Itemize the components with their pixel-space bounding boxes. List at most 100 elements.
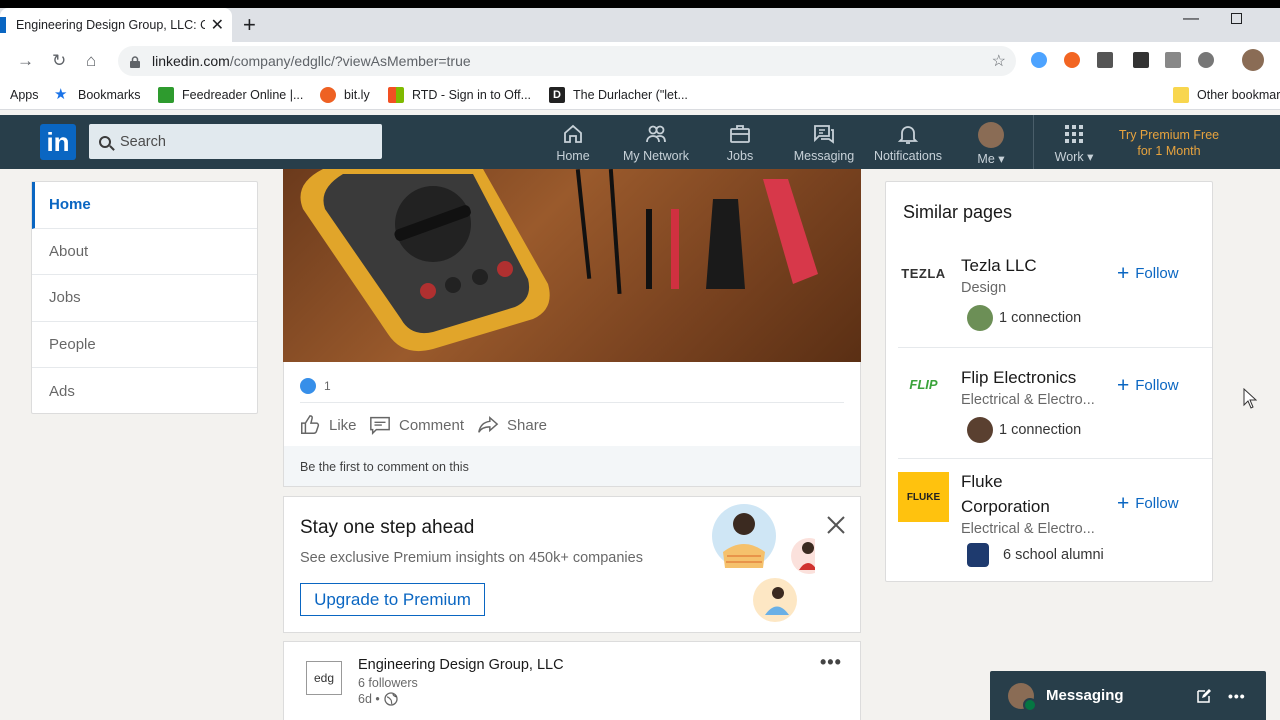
bell-icon [897, 126, 919, 144]
share-icon [478, 416, 499, 433]
follow-button[interactable]: + Follow [1117, 491, 1179, 515]
bookmark-bitly[interactable]: bit.ly [320, 80, 370, 110]
promo-subtitle: See exclusive Premium insights on 450k+ … [300, 550, 643, 566]
nav-divider [1033, 115, 1034, 169]
similar-page-connections[interactable]: 1 connection [967, 305, 1081, 331]
chevron-down-icon: ▾ [998, 152, 1005, 166]
extension-grey-icon[interactable] [1165, 52, 1181, 68]
follow-button[interactable]: + Follow [1117, 261, 1179, 285]
company-logo[interactable]: edg [306, 661, 342, 695]
left-nav-home[interactable]: Home [32, 182, 257, 229]
forward-icon[interactable]: → [17, 50, 34, 72]
linkedin-logo-icon[interactable]: in [40, 124, 76, 160]
nav-notifications[interactable]: Notifications [870, 122, 946, 166]
minimize-button[interactable]: — [1183, 10, 1199, 28]
bookmark-apps[interactable]: Apps [10, 80, 39, 110]
nav-me[interactable]: Me ▾ [970, 122, 1012, 166]
plus-icon: + [1117, 491, 1130, 515]
plus-icon: + [1117, 261, 1130, 285]
bookmark-feedreader[interactable]: Feedreader Online |... [158, 80, 303, 110]
profile-avatar[interactable] [1242, 49, 1264, 71]
post-timestamp: 6d • [358, 692, 398, 706]
nav-work[interactable]: Work ▾ [1048, 122, 1100, 166]
similar-page-category: Electrical & Electro... [961, 521, 1095, 537]
messaging-dock[interactable]: Messaging ••• [990, 671, 1266, 720]
people-icon [646, 125, 666, 143]
plus-icon: + [1117, 373, 1130, 397]
nav-messaging[interactable]: Messaging [792, 122, 856, 166]
similar-page-name[interactable]: Flip Electronics [961, 365, 1076, 390]
connection-avatar [967, 305, 993, 331]
share-button[interactable]: Share [477, 413, 547, 437]
bookmark-star-icon[interactable]: ☆ [992, 51, 1006, 71]
feedreader-icon [158, 87, 174, 103]
globe-icon [384, 692, 398, 706]
left-nav-ads[interactable]: Ads [32, 368, 257, 415]
first-comment-prompt: Be the first to comment on this [284, 446, 860, 486]
search-input[interactable]: Search [89, 124, 382, 159]
reload-icon[interactable]: ↻ [52, 50, 66, 72]
home-icon [564, 124, 582, 143]
bookmark-rtd[interactable]: RTD - Sign in to Off... [388, 80, 531, 110]
bookmark-bookmarks[interactable]: ★ Bookmarks [54, 80, 141, 110]
durlacher-icon: D [549, 87, 565, 103]
comment-button[interactable]: Comment [369, 413, 464, 437]
compose-icon[interactable] [1196, 688, 1212, 704]
messaging-avatar [1008, 682, 1037, 712]
similar-page-name[interactable]: Fluke Corporation [961, 469, 1081, 519]
similar-page-alumni[interactable]: 6 school alumni [967, 543, 1104, 567]
extension-orange-icon[interactable] [1064, 52, 1080, 68]
left-nav-about[interactable]: About [32, 229, 257, 276]
similar-page-category: Electrical & Electro... [961, 392, 1095, 408]
bookmark-durlacher[interactable]: D The Durlacher ("let... [549, 80, 688, 110]
search-placeholder: Search [120, 133, 166, 150]
nav-my-network[interactable]: My Network [620, 122, 692, 166]
reactions-summary[interactable]: 1 [300, 378, 331, 394]
address-bar[interactable]: linkedin.com/company/edgllc/?viewAsMembe… [118, 46, 1016, 76]
follow-button[interactable]: + Follow [1117, 373, 1179, 397]
like-button[interactable]: Like [299, 413, 357, 437]
similar-page-name[interactable]: Tezla LLC [961, 253, 1037, 278]
recycle-extension-icon[interactable] [1097, 52, 1113, 68]
similar-pages-title: Similar pages [903, 202, 1013, 222]
cloud-extension-icon[interactable] [1031, 52, 1047, 68]
company-followers: 6 followers [358, 676, 418, 690]
microsoft-icon [388, 87, 404, 103]
like-reaction-icon [300, 378, 316, 394]
company-name[interactable]: Engineering Design Group, LLC [358, 657, 564, 673]
url-host: linkedin.com [152, 53, 230, 69]
bitly-icon [320, 87, 336, 103]
promo-title: Stay one step ahead [300, 517, 475, 538]
new-tab-button[interactable]: + [243, 11, 256, 39]
messaging-label: Messaging [1046, 687, 1124, 704]
pen-extension-icon[interactable] [1133, 52, 1149, 68]
left-nav-jobs[interactable]: Jobs [32, 275, 257, 322]
screen-top-edge [0, 0, 1280, 8]
fluke-logo[interactable]: FLUKE [898, 472, 949, 522]
home-icon[interactable]: ⌂ [86, 50, 96, 72]
lock-icon [130, 55, 140, 68]
close-icon[interactable] [825, 514, 847, 536]
more-options-icon[interactable]: ••• [820, 652, 842, 673]
connection-avatar [967, 417, 993, 443]
extension-circle-icon[interactable] [1198, 52, 1214, 68]
browser-tab[interactable]: Engineering Design Group, LLC: Overview … [0, 8, 232, 42]
nav-jobs[interactable]: Jobs [722, 122, 758, 166]
more-options-icon[interactable]: ••• [1228, 688, 1246, 704]
nav-home[interactable]: Home [550, 122, 596, 166]
flip-electronics-logo[interactable]: FLIP [898, 370, 949, 398]
grid-icon [1065, 125, 1083, 143]
divider [898, 458, 1212, 459]
left-nav-people[interactable]: People [32, 322, 257, 369]
similar-page-connections[interactable]: 1 connection [967, 417, 1081, 443]
tab-title: Engineering Design Group, LLC: Overview … [15, 18, 205, 32]
post-image[interactable] [283, 169, 861, 362]
restore-button[interactable] [1231, 13, 1242, 24]
briefcase-icon [730, 125, 750, 143]
bookmark-other[interactable]: Other bookmarks [1173, 80, 1280, 110]
premium-link[interactable]: Try Premium Free for 1 Month [1110, 127, 1228, 159]
close-tab-icon[interactable]: ✕ [211, 15, 224, 35]
mouse-cursor-icon [1243, 388, 1257, 409]
upgrade-premium-button[interactable]: Upgrade to Premium [300, 583, 485, 616]
tezla-logo[interactable]: TEZLA [898, 257, 949, 289]
